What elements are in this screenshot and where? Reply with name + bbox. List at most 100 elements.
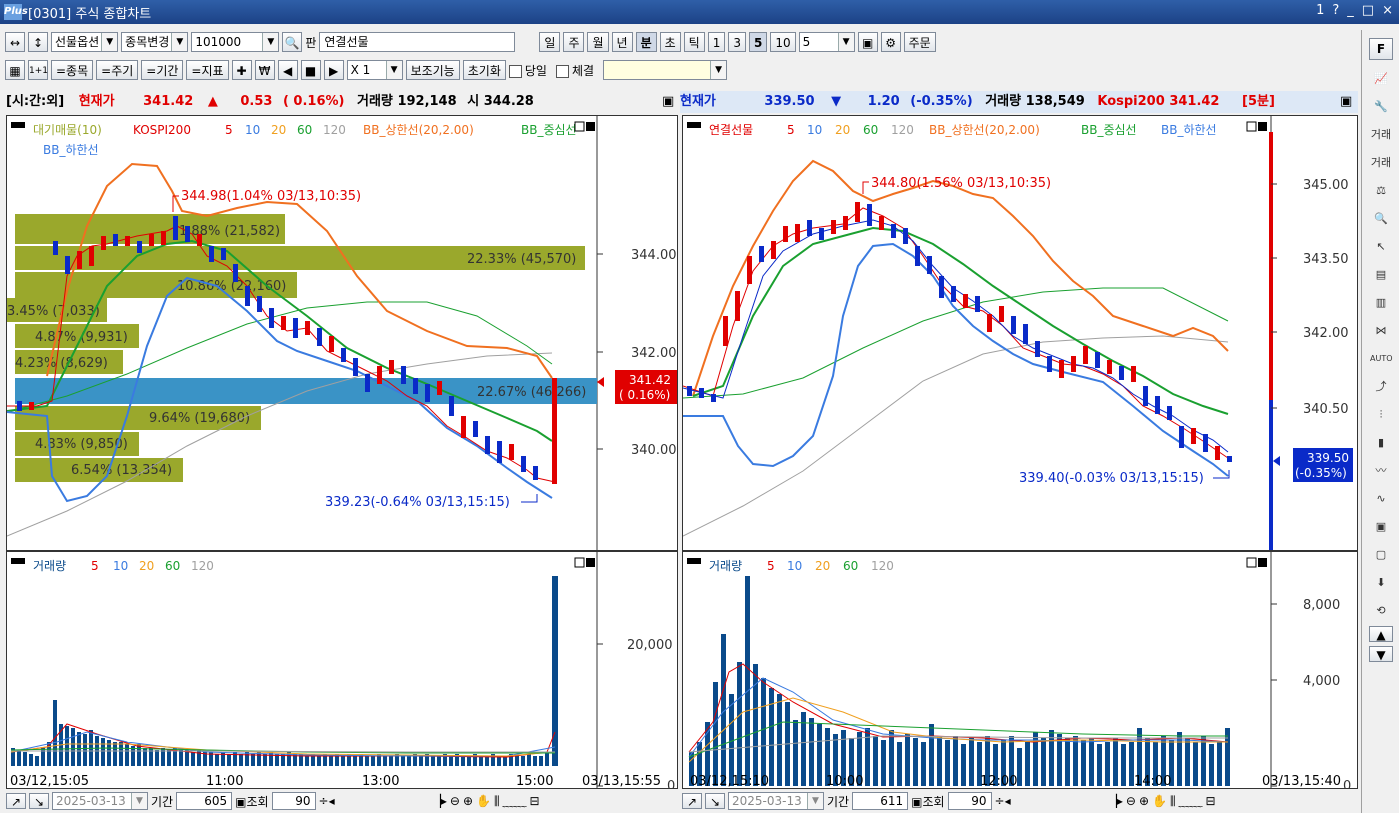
- period-tick-button[interactable]: 틱: [683, 32, 705, 52]
- ruler-icon[interactable]: ﹏﹏: [1178, 793, 1202, 810]
- panel-restore-icon[interactable]: [1246, 121, 1257, 132]
- panel-restore-icon[interactable]: [574, 557, 585, 568]
- pointer-icon[interactable]: ↖: [1370, 236, 1392, 258]
- chart-type-icon[interactable]: ↗: [682, 793, 702, 809]
- period-year-button[interactable]: 년: [611, 32, 633, 52]
- reset-button[interactable]: 초기화: [462, 60, 506, 80]
- zoom-in-icon[interactable]: ⊕: [1139, 794, 1149, 808]
- multiplier-select[interactable]: X 1 ▼: [346, 60, 403, 80]
- price-tool-icon[interactable]: 거래: [1370, 124, 1392, 146]
- report-icon[interactable]: ▤: [1370, 264, 1392, 286]
- chart-tool-icon[interactable]: 📈: [1370, 68, 1392, 90]
- panel-toggle-icon[interactable]: ⊟: [1206, 794, 1216, 808]
- next-icon[interactable]: ▶: [323, 60, 344, 80]
- function-button[interactable]: F: [1369, 38, 1393, 60]
- compare-icon[interactable]: ▥: [1370, 292, 1392, 314]
- order-button[interactable]: 주문: [903, 32, 936, 52]
- count-input[interactable]: 90: [947, 792, 992, 810]
- grid-icon[interactable]: ▦: [5, 60, 25, 80]
- interval-3-button[interactable]: 3: [728, 32, 746, 52]
- period-month-button[interactable]: 월: [587, 32, 609, 52]
- scroll-down-icon[interactable]: ▼: [1369, 646, 1393, 662]
- change-item-select[interactable]: 종목변경 ▼: [121, 32, 189, 52]
- pattern-icon[interactable]: ⋈: [1370, 320, 1392, 342]
- interval-5-button[interactable]: 5: [749, 32, 768, 52]
- zoom-in-icon[interactable]: ⊕: [463, 794, 473, 808]
- spin-icon[interactable]: ÷◂: [319, 794, 335, 808]
- today-checkbox[interactable]: 당일: [508, 62, 547, 79]
- period-second-button[interactable]: 초: [659, 32, 681, 52]
- query-button[interactable]: ▣조회: [911, 793, 944, 810]
- date-select[interactable]: 2025-03-13 ▼: [52, 792, 148, 810]
- one-plus-one-icon[interactable]: 1+1: [28, 60, 48, 80]
- maximize-panel-icon[interactable]: ▣: [1340, 91, 1352, 113]
- search-icon[interactable]: 🔍: [282, 32, 303, 52]
- date-select[interactable]: 2025-03-13 ▼: [728, 792, 824, 810]
- arrow-up-down-icon[interactable]: ↕: [28, 32, 48, 52]
- left-price-panel[interactable]: 1.88% (21,582) 22.33% (45,570) 10.86% (2…: [6, 115, 678, 551]
- left-price-chart[interactable]: 1.88% (21,582) 22.33% (45,570) 10.86% (2…: [6, 116, 677, 550]
- maximize-panel-icon[interactable]: ▣: [662, 91, 674, 113]
- scroll-track[interactable]: ▕▸: [1108, 794, 1123, 808]
- chart-type2-icon[interactable]: ↘: [705, 793, 725, 809]
- code-input[interactable]: 101000 ▼: [191, 32, 280, 52]
- interval-10-button[interactable]: 10: [770, 32, 796, 52]
- gear-icon[interactable]: ⚙: [880, 32, 901, 52]
- bars-icon[interactable]: ⫼: [494, 794, 500, 809]
- left-volume-chart[interactable]: 거래량 5 10 20 60 120 20,000 0: [7, 552, 677, 794]
- trend-icon[interactable]: ⤴: [1370, 376, 1392, 398]
- prev-icon[interactable]: ◀: [277, 60, 298, 80]
- panel-close-icon[interactable]: [1258, 558, 1267, 567]
- chart-type-icon[interactable]: ↗: [6, 793, 26, 809]
- link-button[interactable]: 1: [1316, 3, 1324, 18]
- panel-restore-icon[interactable]: [1246, 557, 1257, 568]
- fill-checkbox[interactable]: 체결: [555, 62, 594, 79]
- cycle-button[interactable]: =주기: [96, 60, 139, 80]
- scroll-track[interactable]: ▕▸: [432, 794, 447, 808]
- query-button[interactable]: ▣조회: [235, 793, 268, 810]
- crosshair-icon[interactable]: ✚: [231, 60, 252, 80]
- count-input[interactable]: 90: [271, 792, 316, 810]
- bar-icon[interactable]: ▮: [1370, 432, 1392, 454]
- fill-select[interactable]: ▼: [603, 60, 728, 80]
- panel-toggle-icon[interactable]: ⊟: [530, 794, 540, 808]
- zoom-out-icon[interactable]: ⊖: [1126, 794, 1136, 808]
- right-volume-panel[interactable]: 거래량 5 10 20 60 120 8,000 4,000 0: [682, 551, 1358, 794]
- range-input[interactable]: 611: [852, 792, 909, 810]
- volume-tool-icon[interactable]: 거래: [1370, 152, 1392, 174]
- wrench-icon[interactable]: 🔧: [1370, 96, 1392, 118]
- aux-function-button[interactable]: 보조기능: [405, 60, 460, 80]
- item-button[interactable]: =종목: [51, 60, 94, 80]
- right-price-chart[interactable]: 344.80(1.56% 03/13,10:35) 339.40(-0.03% …: [682, 116, 1357, 550]
- panel-close-icon[interactable]: [586, 558, 595, 567]
- help-button[interactable]: ?: [1332, 3, 1339, 18]
- minimize-button[interactable]: _: [1347, 3, 1354, 18]
- hand-icon[interactable]: ✋: [1152, 794, 1167, 808]
- bars-icon[interactable]: ⫼: [1170, 794, 1176, 809]
- indicator-button[interactable]: =지표: [186, 60, 229, 80]
- chart-type2-icon[interactable]: ↘: [29, 793, 49, 809]
- wave-icon[interactable]: ∿: [1370, 488, 1392, 510]
- magnifier-icon[interactable]: 🔍: [1370, 208, 1392, 230]
- download-icon[interactable]: ⬇: [1370, 572, 1392, 594]
- interval-select[interactable]: 5 ▼: [798, 32, 855, 52]
- scroll-up-icon[interactable]: ▲: [1369, 626, 1393, 642]
- box-icon[interactable]: ▣: [1370, 516, 1392, 538]
- pattern-icon[interactable]: ₩: [254, 60, 275, 80]
- interval-1-button[interactable]: 1: [707, 32, 726, 52]
- maximize-button[interactable]: □: [1362, 3, 1374, 18]
- save-icon[interactable]: ▣: [857, 32, 878, 52]
- stop-icon[interactable]: ■: [300, 60, 321, 80]
- candle-icon[interactable]: ⫶: [1370, 404, 1392, 426]
- close-button[interactable]: ×: [1382, 3, 1393, 18]
- line-tool-icon[interactable]: 〰: [1370, 460, 1392, 482]
- box2-icon[interactable]: ▢: [1370, 544, 1392, 566]
- market-select[interactable]: 선물옵션 ▼: [51, 32, 119, 52]
- period-week-button[interactable]: 주: [563, 32, 585, 52]
- right-volume-chart[interactable]: 거래량 5 10 20 60 120 8,000 4,000 0: [683, 552, 1357, 794]
- period-minute-button[interactable]: 분: [635, 32, 657, 52]
- undo-icon[interactable]: ⟲: [1370, 600, 1392, 622]
- range-button[interactable]: =기간: [141, 60, 184, 80]
- zoom-out-icon[interactable]: ⊖: [450, 794, 460, 808]
- item-name-field[interactable]: 연결선물: [319, 32, 516, 52]
